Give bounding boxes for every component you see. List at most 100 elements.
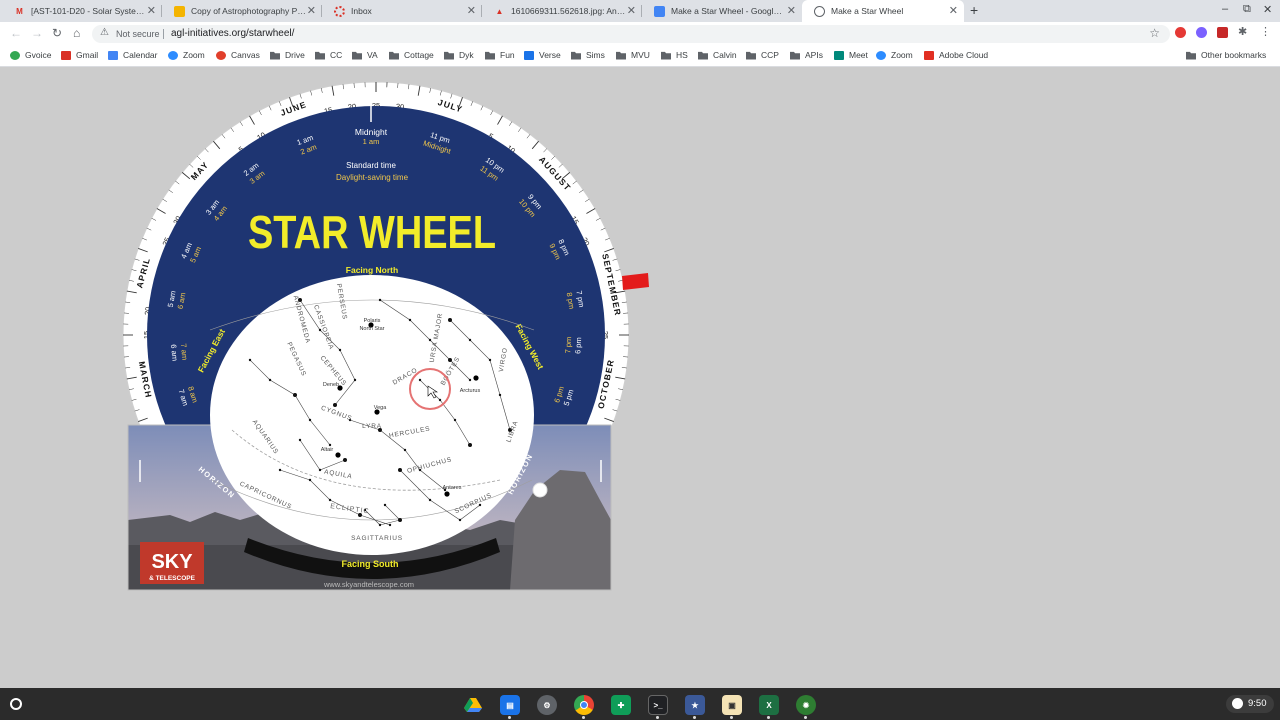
- chrome-app-icon[interactable]: [574, 695, 594, 715]
- bookmark-gmail[interactable]: Gmail: [61, 50, 98, 60]
- hour-dst-label: 7 pm: [563, 337, 573, 354]
- maximize-icon[interactable]: ⧉: [1243, 3, 1251, 16]
- red-pointer-tab[interactable]: [622, 273, 649, 290]
- star-dot: [378, 523, 382, 527]
- bookmark-folder-drive[interactable]: Drive: [270, 50, 305, 60]
- star-dot: [398, 468, 402, 472]
- bookmark-folder-ccp[interactable]: CCP: [746, 50, 779, 60]
- tab-title: 1610669311.562618.jpg: Andre: [511, 6, 626, 16]
- excel-app-icon[interactable]: X: [759, 695, 779, 715]
- bookmark-folder-sims[interactable]: Sims: [571, 50, 605, 60]
- sheets-app-icon[interactable]: ✚: [611, 695, 631, 715]
- gear-app-icon[interactable]: ✹: [796, 695, 816, 715]
- other-bookmarks[interactable]: Other bookmarks: [1186, 50, 1266, 60]
- standard-time-label: Standard time: [346, 161, 396, 170]
- bookmark-folder-calvin[interactable]: Calvin: [698, 50, 737, 60]
- tab-title: Copy of Astrophotography Proje: [191, 6, 306, 16]
- url-text[interactable]: agl-initiatives.org/starwheel/: [171, 28, 294, 39]
- close-window-icon[interactable]: ✕: [1263, 3, 1272, 16]
- drive-app-icon[interactable]: [463, 695, 483, 715]
- star-dot: [378, 298, 382, 302]
- bookmark-folder-cottage[interactable]: Cottage: [389, 50, 434, 60]
- security-status[interactable]: Not secure: [116, 29, 160, 39]
- puzzle-icon[interactable]: ✱: [1238, 25, 1249, 38]
- bookmark-calendar[interactable]: Calendar: [108, 50, 158, 60]
- new-tab-button[interactable]: +: [970, 2, 978, 18]
- settings-app-icon[interactable]: ⚙: [537, 695, 557, 715]
- close-tab-icon[interactable]: ✕: [307, 4, 316, 17]
- extension-icon[interactable]: [1217, 27, 1228, 38]
- star-name: Antares: [443, 485, 462, 491]
- daylight-time-label: Daylight-saving time: [336, 173, 409, 182]
- tab-6-active[interactable]: Make a Star Wheel ✕: [802, 0, 964, 22]
- svg-text:SKY: SKY: [151, 551, 193, 573]
- status-tray[interactable]: 9:50: [1226, 695, 1274, 713]
- star-dot: [398, 518, 402, 522]
- drag-handle[interactable]: [532, 482, 548, 498]
- star-wheel-title: STAR WHEEL: [248, 206, 496, 258]
- bookmark-zoom[interactable]: Zoom: [168, 50, 205, 60]
- bookmark-folder-va[interactable]: VA: [352, 50, 378, 60]
- bookmark-folder-cc[interactable]: CC: [315, 50, 342, 60]
- star-name: Polaris: [364, 318, 381, 324]
- bright-star: [473, 375, 479, 381]
- menu-icon[interactable]: ⋮: [1260, 25, 1271, 38]
- files-app-icon[interactable]: ▤: [500, 695, 520, 715]
- tab-3[interactable]: Inbox ✕: [322, 0, 482, 22]
- scanner-app-icon[interactable]: ▣: [722, 695, 742, 715]
- star-dot: [318, 468, 322, 472]
- address-bar[interactable]: ⚠ Not secure agl-initiatives.org/starwhe…: [92, 25, 1170, 43]
- globe-icon: [814, 5, 825, 17]
- bookmark-zoom-2[interactable]: Zoom: [876, 50, 913, 60]
- stellarium-app-icon[interactable]: ★: [685, 695, 705, 715]
- bookmark-verse[interactable]: Verse: [524, 50, 561, 60]
- bookmark-gvoice[interactable]: Gvoice: [10, 50, 51, 60]
- star-dot: [333, 403, 337, 407]
- star-dot: [353, 378, 357, 382]
- bookmark-meet[interactable]: Meet: [834, 50, 868, 60]
- star-dot: [408, 318, 412, 322]
- close-tab-icon[interactable]: ✕: [147, 4, 156, 17]
- close-tab-icon[interactable]: ✕: [949, 4, 958, 17]
- bookmark-folder-dyk[interactable]: Dyk: [444, 50, 474, 60]
- star-dot: [418, 378, 422, 382]
- tab-2[interactable]: Copy of Astrophotography Proje ✕: [162, 0, 322, 22]
- home-icon[interactable]: ⌂: [73, 26, 80, 40]
- star-name: Altair: [321, 447, 334, 453]
- clock: 9:50: [1248, 698, 1267, 709]
- minimize-icon[interactable]: –: [1222, 3, 1228, 15]
- bookmark-folder-fun[interactable]: Fun: [485, 50, 515, 60]
- star-name: Deneb: [323, 382, 339, 388]
- tab-1[interactable]: M [AST-101-D20 - Solar System Ast ✕: [2, 0, 162, 22]
- star-name: Vega: [374, 405, 387, 411]
- close-tab-icon[interactable]: ✕: [627, 4, 636, 17]
- site-url-label: www.skyandtelescope.com: [323, 580, 414, 589]
- bookmark-star-icon[interactable]: ☆: [1149, 26, 1160, 40]
- tab-4[interactable]: ▲ 1610669311.562618.jpg: Andre ✕: [482, 0, 642, 22]
- extension-icon[interactable]: [1196, 27, 1207, 38]
- star-dot: [328, 443, 332, 447]
- star-dot: [453, 418, 457, 422]
- star-dot: [458, 518, 462, 522]
- back-icon[interactable]: ←: [10, 26, 22, 40]
- warning-icon[interactable]: ⚠: [100, 27, 109, 38]
- reload-icon[interactable]: ↻: [52, 26, 62, 40]
- hour-dst-label: 7 am: [179, 343, 189, 360]
- close-tab-icon[interactable]: ✕: [787, 4, 796, 17]
- close-tab-icon[interactable]: ✕: [467, 4, 476, 17]
- bookmark-folder-mvu[interactable]: MVU: [616, 50, 650, 60]
- facing-north-label: Facing North: [346, 265, 398, 275]
- star-wheel-graphic[interactable]: JUNE JULYAUGUSTSEPTEMBEROCTOBERAPRILMAYMA…: [0, 67, 1280, 688]
- forward-icon[interactable]: →: [31, 26, 43, 40]
- extension-icon[interactable]: [1175, 27, 1186, 38]
- tab-5[interactable]: Make a Star Wheel - Google Doc ✕: [642, 0, 802, 22]
- bookmark-adobe-cloud[interactable]: Adobe Cloud: [924, 50, 988, 60]
- bookmark-folder-apis[interactable]: APIs: [790, 50, 823, 60]
- launcher-button[interactable]: [10, 698, 22, 710]
- tab-title: Inbox: [351, 6, 372, 16]
- bookmark-canvas[interactable]: Canvas: [216, 50, 260, 60]
- star-dot: [448, 318, 452, 322]
- terminal-app-icon[interactable]: >_: [648, 695, 668, 715]
- docs-icon: [654, 5, 665, 17]
- bookmark-folder-hs[interactable]: HS: [661, 50, 688, 60]
